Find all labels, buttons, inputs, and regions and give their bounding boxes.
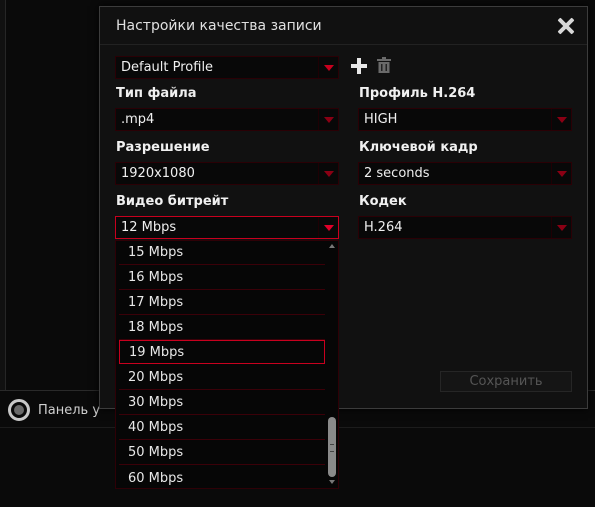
- chevron-down-icon: [318, 57, 338, 78]
- keyframe-select[interactable]: 2 seconds: [358, 162, 572, 185]
- panel-icon: [8, 399, 30, 421]
- h264-profile-select[interactable]: HIGH: [358, 108, 572, 131]
- trash-icon[interactable]: [377, 57, 393, 73]
- bitrate-dropdown-list: 15 Mbps 16 Mbps 17 Mbps 18 Mbps 19 Mbps …: [115, 240, 339, 489]
- resolution-select[interactable]: 1920x1080: [115, 162, 339, 185]
- dropdown-scrollbar[interactable]: [326, 241, 338, 488]
- dropdown-option[interactable]: 18 Mbps: [119, 316, 325, 340]
- close-icon[interactable]: [555, 15, 577, 37]
- chevron-down-icon: [318, 217, 338, 238]
- save-button[interactable]: Сохранить: [440, 371, 572, 392]
- chevron-down-icon: [551, 109, 571, 130]
- profile-select-value: Default Profile: [121, 60, 214, 75]
- dropdown-option[interactable]: 20 Mbps: [119, 366, 325, 390]
- chevron-down-icon: [551, 163, 571, 184]
- background-sidebar-edge: [0, 0, 6, 390]
- chevron-down-icon: [318, 163, 338, 184]
- codec-value: H.264: [364, 220, 403, 235]
- dialog-title: Настройки качества записи: [116, 17, 322, 34]
- h264-profile-label: Профиль H.264: [359, 86, 476, 101]
- background-panel-label: Панель у: [38, 402, 101, 418]
- profile-select[interactable]: Default Profile: [115, 56, 339, 79]
- dropdown-option[interactable]: 15 Mbps: [119, 241, 325, 265]
- dropdown-option[interactable]: 30 Mbps: [119, 391, 325, 415]
- plus-icon[interactable]: [351, 58, 367, 74]
- dropdown-option[interactable]: 16 Mbps: [119, 266, 325, 290]
- dropdown-option[interactable]: 60 Mbps: [119, 466, 325, 488]
- chevron-down-icon: [318, 109, 338, 130]
- scrollbar-thumb[interactable]: [328, 417, 336, 477]
- chevron-down-icon: [551, 217, 571, 238]
- dialog-header: Настройки качества записи: [100, 7, 587, 45]
- dropdown-option-highlighted[interactable]: 19 Mbps: [119, 340, 325, 364]
- keyframe-label: Ключевой кадр: [359, 140, 478, 155]
- scroll-down-icon[interactable]: [329, 480, 335, 484]
- scroll-up-icon[interactable]: [329, 244, 335, 248]
- resolution-value: 1920x1080: [121, 166, 195, 181]
- background-panel-item[interactable]: Панель у: [8, 399, 100, 421]
- h264-profile-value: HIGH: [364, 112, 398, 127]
- video-bitrate-label: Видео битрейт: [116, 194, 229, 209]
- keyframe-value: 2 seconds: [364, 166, 430, 181]
- dropdown-option[interactable]: 17 Mbps: [119, 291, 325, 315]
- video-bitrate-value: 12 Mbps: [121, 220, 177, 235]
- file-type-label: Тип файла: [116, 86, 197, 101]
- file-type-select[interactable]: .mp4: [115, 108, 339, 131]
- resolution-label: Разрешение: [116, 140, 210, 155]
- codec-select[interactable]: H.264: [358, 216, 572, 239]
- video-bitrate-select[interactable]: 12 Mbps: [115, 216, 339, 239]
- dropdown-option[interactable]: 50 Mbps: [119, 441, 325, 465]
- file-type-value: .mp4: [121, 112, 155, 127]
- dropdown-option[interactable]: 40 Mbps: [119, 416, 325, 440]
- codec-label: Кодек: [359, 194, 407, 209]
